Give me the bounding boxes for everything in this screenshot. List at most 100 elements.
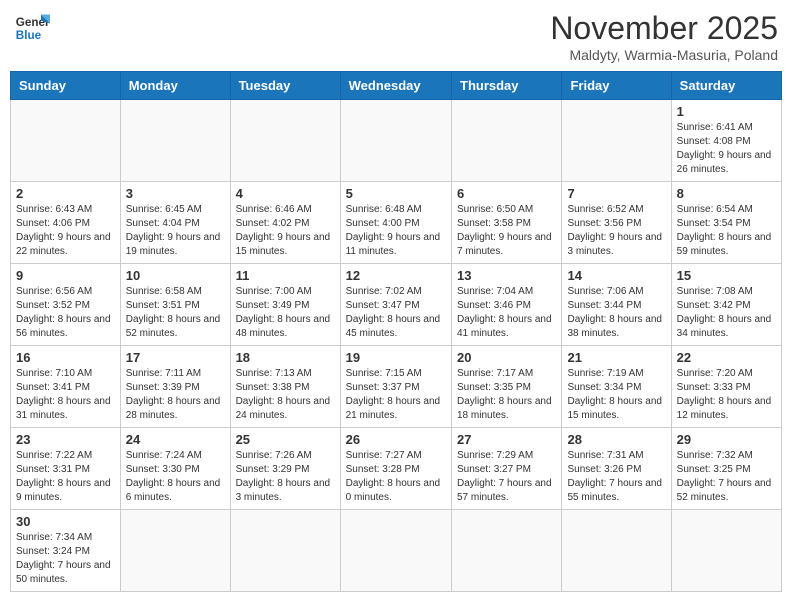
calendar-day-cell [120, 510, 230, 592]
calendar-day-cell: 3 Sunrise: 6:45 AM Sunset: 4:04 PM Daylig… [120, 182, 230, 264]
calendar-day-cell: 27Sunrise: 7:29 AM Sunset: 3:27 PM Dayli… [452, 428, 562, 510]
calendar-week-row: 30 Sunrise: 7:34 AM Sunset: 3:24 PM Dayli… [11, 510, 782, 592]
day-info: Sunrise: 7:26 AM Sunset: 3:29 PM Dayligh… [236, 449, 335, 505]
day-info: Sunrise: 7:34 AM Sunset: 3:24 PM Dayligh… [16, 531, 115, 587]
day-number: 27 [457, 432, 556, 447]
day-info: Sunrise: 7:17 AM Sunset: 3:35 PM Dayligh… [457, 367, 556, 423]
calendar-week-row: 9 Sunrise: 6:56 AM Sunset: 3:52 PM Daylig… [11, 264, 782, 346]
calendar-day-cell: 28 Sunrise: 7:31 AM Sunset: 3:26 PM Dayli… [562, 428, 671, 510]
day-number: 26 [346, 432, 446, 447]
logo: General Blue [14, 10, 50, 46]
calendar-day-cell [562, 100, 671, 182]
weekday-header-thursday: Thursday [452, 72, 562, 100]
calendar-day-cell: 10Sunrise: 6:58 AM Sunset: 3:51 PM Dayli… [120, 264, 230, 346]
day-info: Sunrise: 7:02 AM Sunset: 3:47 PM Dayligh… [346, 285, 446, 341]
calendar-day-cell: 18 Sunrise: 7:13 AM Sunset: 3:38 PM Dayli… [230, 346, 340, 428]
day-info: Sunrise: 7:06 AM Sunset: 3:44 PM Dayligh… [567, 285, 665, 341]
day-number: 12 [346, 268, 446, 283]
page-header: General Blue November 2025 Maldyty, Warm… [10, 10, 782, 63]
day-info: Sunrise: 6:45 AM Sunset: 4:04 PM Dayligh… [126, 203, 225, 259]
day-number: 22 [677, 350, 776, 365]
day-number: 30 [16, 514, 115, 529]
calendar-day-cell: 11Sunrise: 7:00 AM Sunset: 3:49 PM Dayli… [230, 264, 340, 346]
calendar-day-cell: 6 Sunrise: 6:50 AM Sunset: 3:58 PM Daylig… [452, 182, 562, 264]
day-info: Sunrise: 7:31 AM Sunset: 3:26 PM Dayligh… [567, 449, 665, 505]
day-info: Sunrise: 6:50 AM Sunset: 3:58 PM Dayligh… [457, 203, 556, 259]
calendar-day-cell: 9 Sunrise: 6:56 AM Sunset: 3:52 PM Daylig… [11, 264, 121, 346]
day-number: 14 [567, 268, 665, 283]
weekday-header-saturday: Saturday [671, 72, 781, 100]
day-number: 3 [126, 186, 225, 201]
weekday-header-sunday: Sunday [11, 72, 121, 100]
day-number: 19 [346, 350, 446, 365]
weekday-header-tuesday: Tuesday [230, 72, 340, 100]
calendar-week-row: 16Sunrise: 7:10 AM Sunset: 3:41 PM Dayli… [11, 346, 782, 428]
day-number: 21 [567, 350, 665, 365]
day-info: Sunrise: 7:11 AM Sunset: 3:39 PM Dayligh… [126, 367, 225, 423]
day-number: 23 [16, 432, 115, 447]
calendar-day-cell: 8 Sunrise: 6:54 AM Sunset: 3:54 PM Daylig… [671, 182, 781, 264]
day-number: 5 [346, 186, 446, 201]
location-subtitle: Maldyty, Warmia-Masuria, Poland [550, 47, 778, 63]
day-number: 9 [16, 268, 115, 283]
calendar-day-cell: 30 Sunrise: 7:34 AM Sunset: 3:24 PM Dayli… [11, 510, 121, 592]
calendar-day-cell [340, 510, 451, 592]
day-info: Sunrise: 6:48 AM Sunset: 4:00 PM Dayligh… [346, 203, 446, 259]
day-number: 24 [126, 432, 225, 447]
day-info: Sunrise: 7:24 AM Sunset: 3:30 PM Dayligh… [126, 449, 225, 505]
day-number: 28 [567, 432, 665, 447]
calendar-week-row: 1 Sunrise: 6:41 AM Sunset: 4:08 PM Daylig… [11, 100, 782, 182]
day-number: 20 [457, 350, 556, 365]
weekday-header-row: SundayMondayTuesdayWednesdayThursdayFrid… [11, 72, 782, 100]
day-number: 15 [677, 268, 776, 283]
calendar-day-cell [11, 100, 121, 182]
calendar-day-cell: 17 Sunrise: 7:11 AM Sunset: 3:39 PM Dayli… [120, 346, 230, 428]
day-number: 8 [677, 186, 776, 201]
day-number: 1 [677, 104, 776, 119]
weekday-header-monday: Monday [120, 72, 230, 100]
calendar-day-cell [452, 100, 562, 182]
day-number: 18 [236, 350, 335, 365]
calendar-day-cell: 16Sunrise: 7:10 AM Sunset: 3:41 PM Dayli… [11, 346, 121, 428]
day-number: 6 [457, 186, 556, 201]
day-number: 2 [16, 186, 115, 201]
day-info: Sunrise: 6:56 AM Sunset: 3:52 PM Dayligh… [16, 285, 115, 341]
day-info: Sunrise: 7:19 AM Sunset: 3:34 PM Dayligh… [567, 367, 665, 423]
day-info: Sunrise: 7:08 AM Sunset: 3:42 PM Dayligh… [677, 285, 776, 341]
calendar-day-cell: 23 Sunrise: 7:22 AM Sunset: 3:31 PM Dayli… [11, 428, 121, 510]
calendar-day-cell: 15 Sunrise: 7:08 AM Sunset: 3:42 PM Dayli… [671, 264, 781, 346]
day-number: 13 [457, 268, 556, 283]
day-number: 17 [126, 350, 225, 365]
day-info: Sunrise: 6:54 AM Sunset: 3:54 PM Dayligh… [677, 203, 776, 259]
calendar-day-cell: 12 Sunrise: 7:02 AM Sunset: 3:47 PM Dayli… [340, 264, 451, 346]
calendar-day-cell: 24 Sunrise: 7:24 AM Sunset: 3:30 PM Dayli… [120, 428, 230, 510]
day-info: Sunrise: 7:13 AM Sunset: 3:38 PM Dayligh… [236, 367, 335, 423]
title-block: November 2025 Maldyty, Warmia-Masuria, P… [550, 10, 778, 63]
svg-text:Blue: Blue [16, 29, 42, 42]
calendar-day-cell: 7Sunrise: 6:52 AM Sunset: 3:56 PM Daylig… [562, 182, 671, 264]
calendar-day-cell: 2Sunrise: 6:43 AM Sunset: 4:06 PM Daylig… [11, 182, 121, 264]
day-number: 25 [236, 432, 335, 447]
day-info: Sunrise: 7:10 AM Sunset: 3:41 PM Dayligh… [16, 367, 115, 423]
calendar-day-cell [120, 100, 230, 182]
calendar-day-cell [562, 510, 671, 592]
calendar-day-cell: 26Sunrise: 7:27 AM Sunset: 3:28 PM Dayli… [340, 428, 451, 510]
calendar-day-cell: 4Sunrise: 6:46 AM Sunset: 4:02 PM Daylig… [230, 182, 340, 264]
calendar-day-cell: 19 Sunrise: 7:15 AM Sunset: 3:37 PM Dayli… [340, 346, 451, 428]
calendar-day-cell: 22 Sunrise: 7:20 AM Sunset: 3:33 PM Dayli… [671, 346, 781, 428]
day-info: Sunrise: 6:41 AM Sunset: 4:08 PM Dayligh… [677, 121, 776, 177]
day-info: Sunrise: 7:22 AM Sunset: 3:31 PM Dayligh… [16, 449, 115, 505]
calendar-day-cell: 1 Sunrise: 6:41 AM Sunset: 4:08 PM Daylig… [671, 100, 781, 182]
day-info: Sunrise: 7:15 AM Sunset: 3:37 PM Dayligh… [346, 367, 446, 423]
day-info: Sunrise: 7:32 AM Sunset: 3:25 PM Dayligh… [677, 449, 776, 505]
calendar-day-cell: 25 Sunrise: 7:26 AM Sunset: 3:29 PM Dayli… [230, 428, 340, 510]
calendar-day-cell [230, 510, 340, 592]
day-info: Sunrise: 7:20 AM Sunset: 3:33 PM Dayligh… [677, 367, 776, 423]
calendar-day-cell: 14 Sunrise: 7:06 AM Sunset: 3:44 PM Dayli… [562, 264, 671, 346]
day-number: 11 [236, 268, 335, 283]
day-number: 29 [677, 432, 776, 447]
weekday-header-friday: Friday [562, 72, 671, 100]
logo-icon: General Blue [14, 10, 50, 46]
calendar-day-cell: 20 Sunrise: 7:17 AM Sunset: 3:35 PM Dayli… [452, 346, 562, 428]
calendar-week-row: 2Sunrise: 6:43 AM Sunset: 4:06 PM Daylig… [11, 182, 782, 264]
